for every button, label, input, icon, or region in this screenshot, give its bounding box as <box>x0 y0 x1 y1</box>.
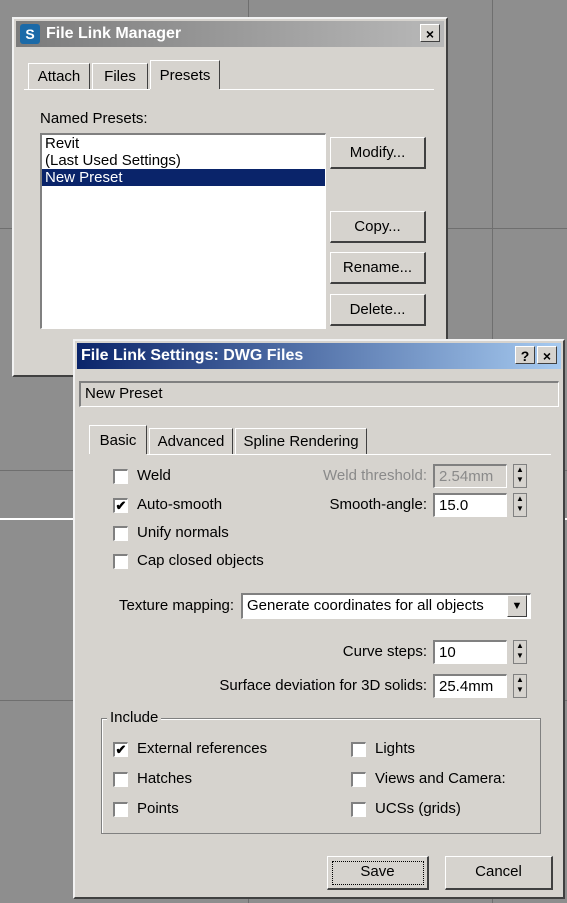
list-item[interactable]: (Last Used Settings) <box>42 152 325 169</box>
delete-button[interactable]: Delete... <box>330 294 426 326</box>
external-references-checkbox[interactable]: ✔ <box>113 742 128 757</box>
tab-presets[interactable]: Presets <box>150 60 220 89</box>
curve-steps-field[interactable]: 10 <box>433 640 507 664</box>
tab-files[interactable]: Files <box>92 63 148 89</box>
preset-name-field[interactable]: New Preset <box>79 381 559 407</box>
texture-mapping-label: Texture mapping: <box>119 597 235 614</box>
texture-mapping-dropdown[interactable]: Generate coordinates for all objects <box>241 593 531 619</box>
settings-titlebar[interactable]: File Link Settings: DWG Files ? × <box>77 343 561 369</box>
hatches-checkbox[interactable] <box>113 772 128 787</box>
surface-deviation-spinner[interactable]: ▲ ▼ <box>513 674 527 698</box>
surface-deviation-label: Surface deviation for 3D solids: <box>219 677 427 694</box>
auto-smooth-checkbox[interactable]: ✔ <box>113 498 128 513</box>
curve-steps-spinner[interactable]: ▲ ▼ <box>513 640 527 664</box>
ucss-grids-label: UCSs (grids) <box>375 800 461 817</box>
spinner-up-icon[interactable]: ▲ <box>514 641 526 651</box>
tab-divider <box>220 89 434 90</box>
curve-steps-label: Curve steps: <box>342 643 427 660</box>
chevron-down-icon[interactable]: ▼ <box>507 595 527 617</box>
list-item[interactable]: Revit <box>42 135 325 152</box>
weld-label: Weld <box>137 467 171 484</box>
list-item-selected[interactable]: New Preset <box>42 169 325 186</box>
settings-title: File Link Settings: DWG Files <box>81 347 304 364</box>
spinner-down-icon[interactable]: ▼ <box>514 504 526 514</box>
tab-basic[interactable]: Basic <box>89 425 147 454</box>
cancel-button[interactable]: Cancel <box>445 856 553 890</box>
close-icon[interactable]: × <box>537 346 557 364</box>
smooth-angle-field[interactable]: 15.0 <box>433 493 507 517</box>
presets-listbox[interactable]: Revit (Last Used Settings) New Preset <box>40 133 326 329</box>
ucss-grids-checkbox[interactable] <box>351 802 366 817</box>
spinner-up-icon: ▲ <box>516 465 524 474</box>
spinner-down-icon: ▼ <box>516 475 524 484</box>
named-presets-label: Named Presets: <box>40 110 148 127</box>
save-button[interactable]: Save <box>327 856 429 890</box>
copy-button[interactable]: Copy... <box>330 211 426 243</box>
weld-threshold-spinner: ▲ ▼ <box>513 464 527 488</box>
modify-button[interactable]: Modify... <box>330 137 426 169</box>
tab-advanced[interactable]: Advanced <box>149 428 233 454</box>
file-link-manager-window: S File Link Manager × Attach Files Prese… <box>12 17 448 377</box>
close-icon[interactable]: × <box>420 24 440 42</box>
views-cameras-checkbox[interactable] <box>351 772 366 787</box>
tab-spline-rendering[interactable]: Spline Rendering <box>235 428 367 454</box>
help-icon[interactable]: ? <box>515 346 535 364</box>
points-label: Points <box>137 800 179 817</box>
cap-closed-objects-checkbox[interactable] <box>113 554 128 569</box>
cap-closed-objects-label: Cap closed objects <box>137 552 264 569</box>
spinner-down-icon[interactable]: ▼ <box>514 651 526 661</box>
file-link-settings-window: File Link Settings: DWG Files ? × New Pr… <box>73 339 565 899</box>
hatches-label: Hatches <box>137 770 193 787</box>
app-icon: S <box>20 24 40 44</box>
surface-deviation-field[interactable]: 25.4mm <box>433 674 507 698</box>
tab-attach[interactable]: Attach <box>28 63 90 89</box>
smooth-angle-spinner[interactable]: ▲ ▼ <box>513 493 527 517</box>
auto-smooth-label: Auto-smooth <box>137 496 223 513</box>
weld-checkbox[interactable] <box>113 469 128 484</box>
points-checkbox[interactable] <box>113 802 128 817</box>
unify-normals-checkbox[interactable] <box>113 526 128 541</box>
rename-button[interactable]: Rename... <box>330 252 426 284</box>
weld-threshold-label: Weld threshold: <box>323 467 427 484</box>
spinner-up-icon[interactable]: ▲ <box>514 494 526 504</box>
spinner-down-icon[interactable]: ▼ <box>514 685 526 695</box>
weld-threshold-field: 2.54mm <box>433 464 507 488</box>
unify-normals-label: Unify normals <box>137 524 229 541</box>
manager-titlebar[interactable]: S File Link Manager × <box>16 21 444 47</box>
manager-title: File Link Manager <box>46 25 182 42</box>
spinner-up-icon[interactable]: ▲ <box>514 675 526 685</box>
tab-divider <box>24 89 150 90</box>
views-cameras-label: Views and Camera: <box>375 770 506 787</box>
external-references-label: External references <box>137 740 268 757</box>
tab-divider <box>147 454 551 455</box>
include-group-title: Include <box>107 709 162 726</box>
smooth-angle-label: Smooth-angle: <box>329 496 427 513</box>
lights-label: Lights <box>375 740 416 757</box>
lights-checkbox[interactable] <box>351 742 366 757</box>
